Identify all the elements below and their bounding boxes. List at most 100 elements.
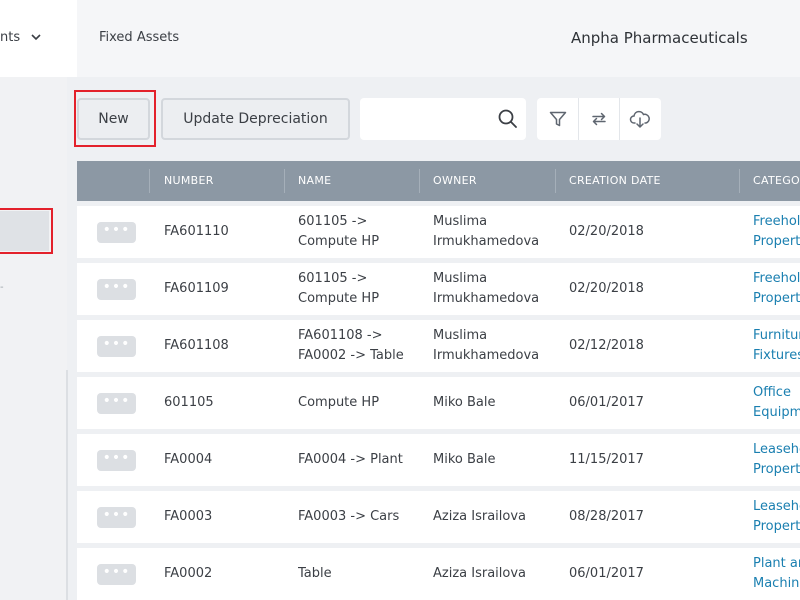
header-separator	[284, 169, 285, 193]
cell-category-line: Leasehold	[753, 442, 800, 457]
cell-name-line: FA601108 ->	[298, 328, 383, 343]
module-title[interactable]: Fixed Assets	[99, 30, 179, 45]
cell-owner-line: Irmukhamedova	[433, 348, 540, 363]
table-row[interactable]: ••• FA601110 601105 -> Compute HP Muslima Irm…	[77, 206, 800, 258]
header-separator	[149, 169, 150, 193]
cell-name-lines: 601105 -> Compute HP	[298, 212, 379, 252]
cell-owner: Muslima Irmukhamedova	[433, 206, 558, 258]
cell-owner-lines: Aziza Israilova	[433, 564, 526, 584]
cell-category-lines: Freehold Property	[753, 212, 800, 252]
cell-category-lines: Freehold Property	[753, 269, 800, 309]
swap-button[interactable]	[578, 98, 619, 140]
cell-category-line: Equipment	[753, 405, 800, 420]
cell-owner-line: Muslima	[433, 328, 488, 343]
row-menu-button[interactable]: •••	[97, 222, 136, 243]
cell-category[interactable]: Furniture & Fixtures	[753, 320, 800, 372]
row-menu-button[interactable]: •••	[97, 564, 136, 585]
cell-name-lines: FA601108 -> FA0002 -> Table	[298, 326, 404, 366]
sidebar-mark: -	[0, 282, 4, 293]
header-separator	[739, 169, 740, 193]
column-header-name[interactable]: NAME	[298, 161, 418, 201]
download-button[interactable]	[619, 98, 660, 140]
cell-name-lines: 601105 -> Compute HP	[298, 269, 379, 309]
table-row[interactable]: ••• FA0003 FA0003 -> Cars Aziza Israilova 08…	[77, 491, 800, 543]
swap-icon	[592, 112, 606, 126]
cell-name-line: Compute HP	[298, 395, 380, 410]
cell-name-lines: Compute HP	[298, 393, 379, 413]
row-menu-button[interactable]: •••	[97, 393, 136, 414]
cell-date: 02/20/2018	[569, 281, 644, 296]
cell-owner-line: Irmukhamedova	[433, 291, 540, 306]
cell-category-line: Freehold	[753, 214, 800, 229]
cell-category[interactable]: Freehold Property	[753, 263, 800, 315]
column-header-category[interactable]: CATEGORY	[753, 161, 800, 201]
cell-owner: Miko Bale	[433, 434, 558, 486]
cell-name: 601105 -> Compute HP	[298, 206, 423, 258]
cell-category-line: Property	[753, 519, 800, 534]
cell-number: FA601109	[164, 281, 229, 296]
cell-name: Compute HP	[298, 377, 423, 429]
search-box	[360, 98, 526, 140]
cell-owner: Aziza Israilova	[433, 548, 558, 600]
cell-category[interactable]: Office Equipment	[753, 377, 800, 429]
cell-category[interactable]: Freehold Property	[753, 206, 800, 258]
cell-category[interactable]: Leasehold Property	[753, 491, 800, 543]
table-row[interactable]: ••• FA0002 Table Aziza Israilova 06/01/2017 P…	[77, 548, 800, 600]
cell-name: FA601108 -> FA0002 -> Table	[298, 320, 423, 372]
cell-name-lines: FA0004 -> Plant	[298, 450, 403, 470]
table-row[interactable]: ••• FA601109 601105 -> Compute HP Muslima Irm…	[77, 263, 800, 315]
cell-name-line: 601105 ->	[298, 271, 368, 286]
cell-category-line: Leasehold	[753, 499, 800, 514]
cell-category-line: Furniture &	[753, 328, 800, 343]
column-header-number[interactable]: NUMBER	[164, 161, 284, 201]
cell-category-line: Machinery	[753, 576, 800, 591]
sidebar-item-highlight	[0, 208, 53, 254]
cell-category[interactable]: Leasehold Property	[753, 434, 800, 486]
cell-category-line: Property	[753, 462, 800, 477]
new-button-highlight	[74, 90, 156, 147]
update-depreciation-button[interactable]: Update Depreciation	[161, 98, 350, 140]
table-row[interactable]: ••• FA0004 FA0004 -> Plant Miko Bale 11/15/2…	[77, 434, 800, 486]
cell-owner-line: Muslima	[433, 271, 488, 286]
row-menu-button[interactable]: •••	[97, 507, 136, 528]
row-menu-button[interactable]: •••	[97, 336, 136, 357]
cell-category-lines: Leasehold Property	[753, 497, 800, 537]
cell-category[interactable]: Plant and Machinery	[753, 548, 800, 600]
cell-number: FA0002	[164, 566, 213, 581]
header-separator	[419, 169, 420, 193]
toolbar-icon-group	[537, 98, 661, 140]
search-input[interactable]	[368, 108, 488, 130]
row-menu-button[interactable]: •••	[97, 279, 136, 300]
cell-category-lines: Leasehold Property	[753, 440, 800, 480]
module-dropdown[interactable]: nts	[0, 0, 77, 77]
cell-date: 11/15/2017	[569, 452, 644, 467]
cell-category-line: Property	[753, 291, 800, 306]
cell-name-line: Compute HP	[298, 234, 380, 249]
column-header-creation-date[interactable]: CREATION DATE	[569, 161, 709, 201]
table-row[interactable]: ••• 601105 Compute HP Miko Bale 06/01/2017 Of…	[77, 377, 800, 429]
cell-number: 601105	[164, 395, 214, 410]
sidebar	[0, 77, 67, 600]
cell-name-lines: Table	[298, 564, 332, 584]
company-name[interactable]: Anpha Pharmaceuticals	[571, 29, 748, 47]
fixed-assets-table: NUMBER NAME OWNER CREATION DATE CATEGORY…	[77, 161, 800, 600]
cell-name-line: 601105 ->	[298, 214, 368, 229]
search-icon[interactable]	[497, 108, 518, 129]
row-menu-button[interactable]: •••	[97, 450, 136, 471]
chevron-down-icon	[31, 34, 41, 41]
cell-name-line: Table	[298, 566, 332, 581]
cell-owner-line: Aziza Israilova	[433, 566, 527, 581]
cell-date: 08/28/2017	[569, 509, 644, 524]
cell-name: 601105 -> Compute HP	[298, 263, 423, 315]
sidebar-scrollbar[interactable]	[66, 370, 68, 600]
cell-owner: Aziza Israilova	[433, 491, 558, 543]
cell-category-lines: Office Equipment	[753, 383, 800, 423]
cell-category-line: Fixtures	[753, 348, 800, 363]
column-header-owner[interactable]: OWNER	[433, 161, 553, 201]
cell-owner-lines: Aziza Israilova	[433, 507, 526, 527]
cell-owner: Muslima Irmukhamedova	[433, 263, 558, 315]
filter-button[interactable]	[537, 98, 578, 140]
table-row[interactable]: ••• FA601108 FA601108 -> FA0002 -> Table Mus…	[77, 320, 800, 372]
cell-name: Table	[298, 548, 423, 600]
top-bar: nts Fixed Assets Anpha Pharmaceuticals	[0, 0, 800, 77]
